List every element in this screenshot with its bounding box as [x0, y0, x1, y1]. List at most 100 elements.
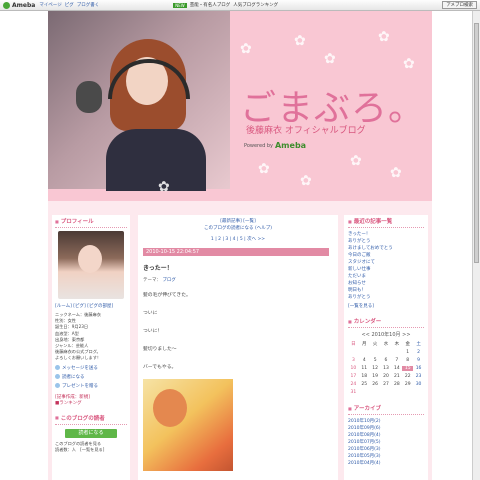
flower-icon: ✿	[350, 153, 362, 169]
recent-article-link[interactable]: ありがとう	[348, 238, 424, 245]
top-link-mypage[interactable]: マイページ	[39, 2, 61, 8]
blog-subtitle: 後藤麻衣 オフィシャルブログ	[246, 126, 366, 136]
present-link[interactable]: プレゼントを贈る	[55, 383, 127, 389]
calendar-day[interactable]: 24	[348, 382, 359, 387]
calendar-day[interactable]: 6	[381, 358, 392, 363]
theme-link[interactable]: [最新記事] [一覧]	[143, 218, 333, 225]
news-link[interactable]: 芸能・有名人ブログ	[190, 2, 231, 8]
calendar-month[interactable]: << 2010年10月 >>	[348, 331, 424, 338]
recent-article-link[interactable]: 新しい仕事	[348, 266, 424, 273]
archive-link[interactable]: 2010年05月(3)	[348, 453, 424, 460]
left-sidebar: プロフィール [ルーム] [ピグ] [ピグの部屋] ニックネーム：後藤麻衣 性別…	[52, 215, 130, 480]
counter-block: [記事作成：新規] ■ランキング	[55, 394, 127, 406]
recent-articles-heading: 最近の記事一覧	[348, 217, 424, 228]
vertical-scrollbar[interactable]	[472, 11, 480, 480]
reader-line[interactable]: このブログの読者になる (ヘルプ)	[143, 225, 333, 232]
ameblo-search-button[interactable]: アメブロ検索	[442, 1, 477, 9]
recent-article-link[interactable]: きったー！	[348, 231, 424, 238]
calendar-day[interactable]: 31	[348, 390, 359, 395]
calendar-day[interactable]: 28	[391, 382, 402, 387]
calendar-day[interactable]: 25	[359, 382, 370, 387]
flower-icon: ✿	[258, 161, 270, 177]
archive-list: 2010年10月(2) 2010年09月(6) 2010年08月(4) 2010…	[348, 418, 424, 467]
calendar-day[interactable]: 20	[381, 374, 392, 379]
all-articles-link[interactable]: [一覧を見る]	[348, 303, 424, 309]
calendar-day[interactable]: 10	[348, 366, 359, 371]
archive-link[interactable]: 2010年10月(2)	[348, 418, 424, 425]
recent-article-link[interactable]: 明日も！	[348, 287, 424, 294]
calendar-day[interactable]: 27	[381, 382, 392, 387]
entry-line: バーでもやる。	[143, 365, 177, 370]
pager-links[interactable]: 1 | 2 | 3 | 4 | 5 | 次へ >>	[211, 237, 265, 242]
reader-link[interactable]: 読者になる	[55, 374, 127, 380]
message-link[interactable]: メッセージを送る	[55, 365, 127, 371]
scrollbar-thumb[interactable]	[474, 23, 479, 263]
calendar-day[interactable]: 13	[381, 366, 392, 371]
archive-link[interactable]: 2010年08月(4)	[348, 432, 424, 439]
top-link-blog-write[interactable]: ブログ書く	[77, 2, 100, 8]
calendar-day[interactable]: 26	[370, 382, 381, 387]
calendar-day[interactable]: 4	[359, 358, 370, 363]
calendar-day[interactable]: 17	[348, 374, 359, 379]
calendar-empty-cell	[348, 350, 359, 355]
calendar-empty-cell	[359, 350, 370, 355]
archive-link[interactable]: 2010年09月(6)	[348, 425, 424, 432]
archive-link[interactable]: 2010年04月(4)	[348, 460, 424, 467]
powered-by-ameba: Powered by Ameba	[244, 141, 306, 150]
calendar-day[interactable]: 18	[359, 374, 370, 379]
mail-icon	[55, 365, 60, 371]
calendar-day[interactable]: 19	[370, 374, 381, 379]
calendar-weekday: 火	[372, 342, 378, 347]
reader-desc-line[interactable]: 読者数：人 [一覧を見る]	[55, 447, 127, 453]
recent-article-link[interactable]: あけましておめでとう	[348, 245, 424, 252]
recent-article-link[interactable]: お知らせ	[348, 280, 424, 287]
calendar-day[interactable]: 5	[370, 358, 381, 363]
recent-articles-list: きったー！ ありがとう あけましておめでとう 今日のご飯 スタジオにて 新しい仕…	[348, 231, 424, 301]
blog-header: ✿ ✿ ✿ ✿ ✿ ✿ ✿ ✿ ✿ ✿ ごまぶろ。 後藤麻衣 オフィシャルブログ…	[48, 11, 432, 201]
theme-navigation: [最新記事] [一覧] このブログの読者になる (ヘルプ)	[143, 218, 333, 232]
reader-link-label: 読者になる	[62, 374, 85, 380]
recent-article-link[interactable]: ただいま	[348, 273, 424, 280]
ameba-logo-icon	[3, 1, 10, 9]
powered-by-brand[interactable]: Ameba	[275, 141, 306, 150]
ameba-logo[interactable]: Ameba	[3, 1, 35, 9]
calendar-day[interactable]: 30	[413, 382, 424, 387]
calendar-day[interactable]: 1	[402, 350, 413, 355]
entry-theme-value[interactable]: ブログ	[162, 278, 176, 283]
calendar-day[interactable]: 7	[391, 358, 402, 363]
flower-icon: ✿	[300, 173, 312, 189]
calendar-day[interactable]: 21	[391, 374, 402, 379]
calendar-day[interactable]: 9	[413, 358, 424, 363]
calendar-day[interactable]: 23	[413, 374, 424, 379]
recent-article-link[interactable]: 今日のご飯	[348, 252, 424, 259]
archive-link[interactable]: 2010年07月(5)	[348, 439, 424, 446]
entry-photo[interactable]	[143, 379, 233, 471]
top-links: マイページ ピグ ブログ書く	[39, 2, 99, 8]
calendar-day[interactable]: 11	[359, 366, 370, 371]
top-link-pig[interactable]: ピグ	[65, 2, 74, 8]
reader-button[interactable]: 読者になる	[65, 428, 117, 438]
promo-link[interactable]: 人気ブログランキング	[233, 2, 278, 8]
calendar-day[interactable]: 3	[348, 358, 359, 363]
calendar-day[interactable]: 15	[402, 366, 414, 371]
profile-links[interactable]: [ルーム] [ピグ] [ピグの部屋]	[55, 303, 127, 309]
recent-article-link[interactable]: スタジオにて	[348, 259, 424, 266]
archive-heading: アーカイブ	[348, 404, 424, 415]
calendar-day[interactable]: 14	[391, 366, 402, 371]
calendar-day[interactable]: 12	[370, 366, 381, 371]
profile-heading: プロフィール	[55, 217, 127, 228]
archive-link[interactable]: 2010年06月(3)	[348, 446, 424, 453]
recent-article-link[interactable]: ありがとう	[348, 294, 424, 301]
calendar-day[interactable]: 2	[413, 350, 424, 355]
powered-by-label: Powered by	[244, 142, 273, 149]
blog-wrapper: ✿ ✿ ✿ ✿ ✿ ✿ ✿ ✿ ✿ ✿ ごまぶろ。 後藤麻衣 オフィシャルブログ…	[48, 11, 432, 480]
calendar-day[interactable]: 22	[402, 374, 413, 379]
calendar-day[interactable]: 8	[402, 358, 413, 363]
calendar-day[interactable]: 29	[402, 382, 413, 387]
calendar-day[interactable]: 16	[413, 366, 424, 371]
entry-title[interactable]: きったー！	[143, 263, 333, 272]
microphone-shape	[76, 81, 102, 113]
right-sidebar: 最近の記事一覧 きったー！ ありがとう あけましておめでとう 今日のご飯 スタジ…	[344, 215, 428, 480]
profile-photo[interactable]	[58, 231, 124, 299]
message-link-label: メッセージを送る	[62, 365, 98, 371]
